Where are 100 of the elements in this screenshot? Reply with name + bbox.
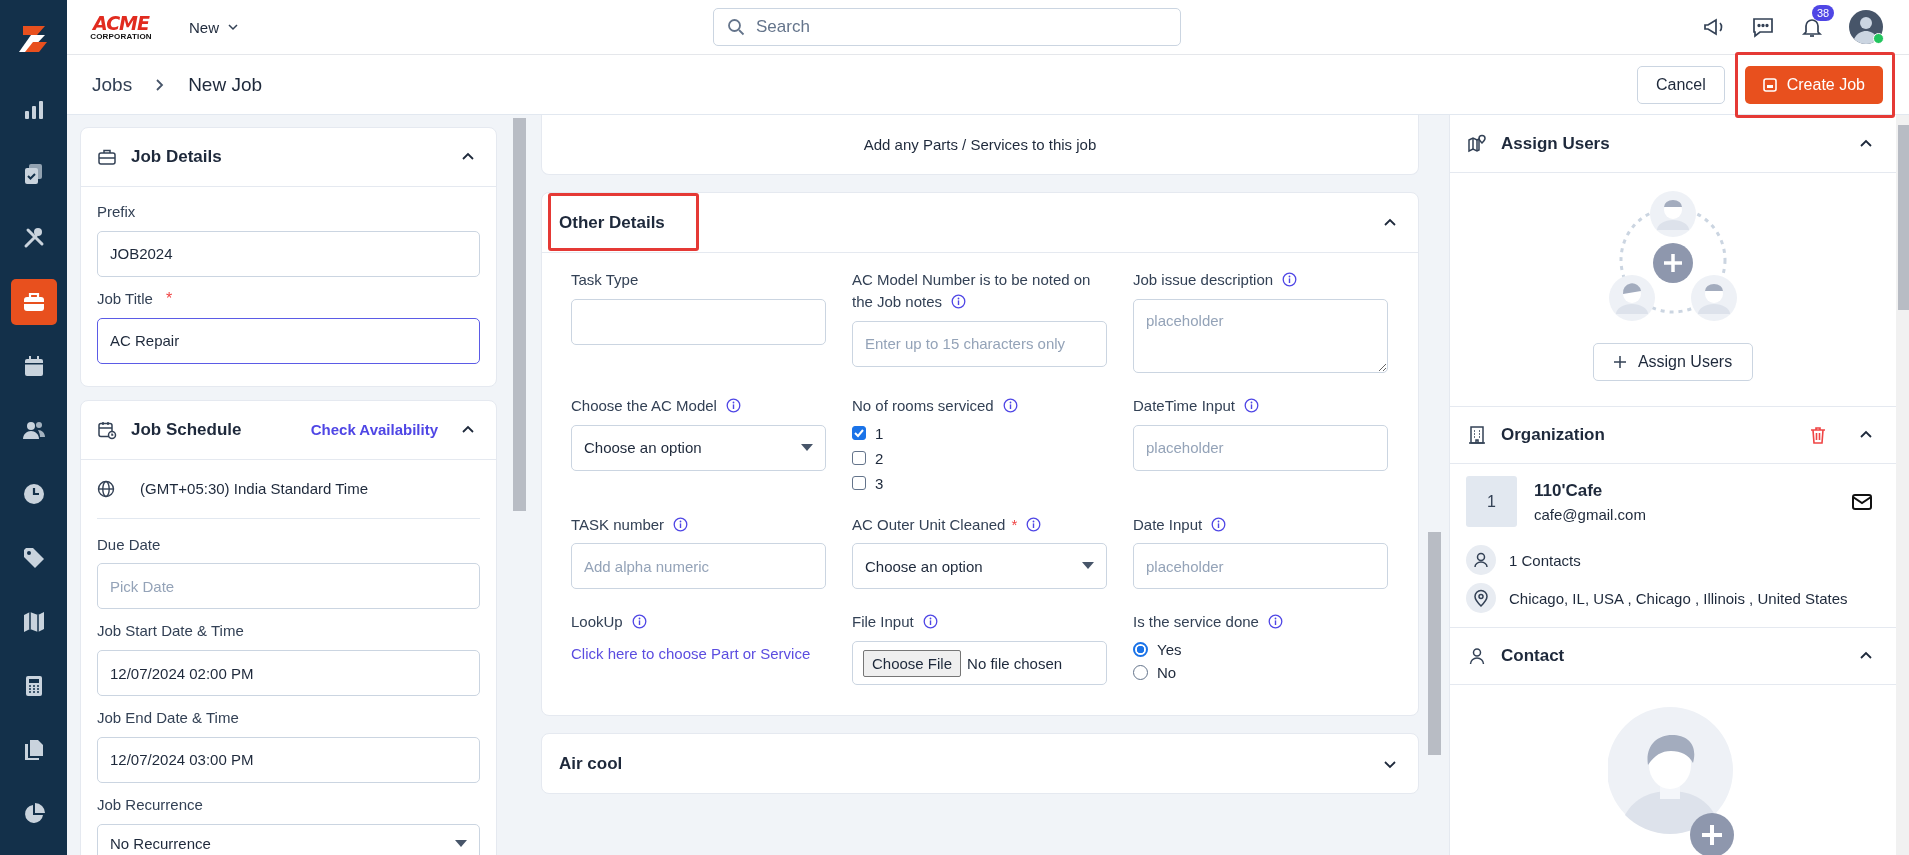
select-field[interactable]: No Recurrence [97, 823, 480, 855]
section-title: Other Details [559, 212, 665, 233]
breadcrumb-item[interactable]: Jobs [92, 73, 133, 96]
field-label: No of rooms serviced [852, 394, 1018, 417]
cancel-button[interactable]: Cancel [1636, 65, 1725, 104]
panel-title: Assign Users [1501, 133, 1610, 154]
text-field[interactable]: Add alpha numeric [571, 543, 826, 590]
info-icon[interactable] [1211, 516, 1227, 532]
scrollbar-thumb[interactable] [512, 118, 526, 511]
text-field[interactable]: placeholder [1133, 424, 1388, 471]
text-field[interactable]: Pick Date [97, 563, 480, 610]
field-label: DateTime Input [1133, 394, 1259, 417]
checkbox[interactable] [852, 451, 866, 465]
search-icon [727, 18, 745, 36]
scrollbar-thumb[interactable] [1897, 125, 1909, 310]
map-pin-icon [1467, 133, 1487, 154]
check-availability-link[interactable]: Check Availability [310, 421, 438, 438]
file-field[interactable]: Choose File No file chosen [852, 641, 1107, 685]
briefcase-icon [21, 290, 46, 314]
text-field[interactable]: AC Repair [97, 317, 480, 364]
chat-icon[interactable] [1751, 15, 1775, 39]
select-field[interactable]: Choose an option [571, 424, 826, 471]
create-job-button[interactable]: Create Job [1744, 65, 1883, 104]
breadcrumb-item: New Job [188, 73, 263, 96]
clock-icon [21, 482, 46, 506]
panel-title: Organization [1501, 425, 1605, 445]
globe-icon [97, 479, 115, 498]
select-field[interactable]: Choose an option [852, 543, 1107, 590]
parts-hint-text: Add any Parts / Services to this job [863, 136, 1097, 153]
text-field[interactable]: Enter up to 15 characters only [852, 320, 1107, 367]
field-label: AC Outer Unit Cleaned * [852, 513, 1042, 536]
location-pin-icon [1466, 583, 1496, 613]
section-title: Air cool [559, 753, 623, 774]
field-label: Job Title [97, 288, 153, 309]
radio-button[interactable] [1133, 642, 1148, 657]
info-icon[interactable] [1002, 397, 1018, 413]
building-icon [1467, 425, 1487, 445]
text-field[interactable]: 12/07/2024 02:00 PM [97, 650, 480, 696]
field-label: Task Type [571, 270, 639, 290]
field-label: LookUp [571, 611, 647, 633]
info-icon[interactable] [725, 397, 741, 413]
caret-icon [455, 839, 467, 848]
briefcase-icon [97, 147, 117, 167]
text-area[interactable]: placeholder [1133, 298, 1388, 373]
checkbox-label: 1 [875, 424, 884, 442]
info-icon[interactable] [1282, 272, 1298, 287]
text-field[interactable]: 12/07/2024 03:00 PM [97, 736, 480, 783]
choose-file-button[interactable]: Choose File [863, 649, 962, 677]
panel-title: Job Schedule [131, 419, 242, 440]
checkbox-label: 2 [875, 449, 884, 467]
org-name: 110'Cafe [1534, 480, 1604, 501]
lookup-link[interactable]: Click here to choose Part or Service [571, 641, 826, 668]
info-icon[interactable] [1026, 516, 1042, 532]
field-label: Due Date [97, 534, 162, 555]
field-label: Job Recurrence [97, 794, 204, 815]
text-field[interactable]: placeholder [1133, 543, 1388, 590]
save-icon [1762, 77, 1777, 92]
text-field[interactable]: JOB2024 [97, 230, 480, 277]
field-label: Date Input [1133, 513, 1227, 536]
notification-badge: 38 [1812, 5, 1835, 22]
panel-title: Job Details [131, 147, 222, 167]
caret-icon [801, 443, 813, 452]
field-label: Job issue description [1133, 269, 1298, 291]
org-email: cafe@gmail.com [1534, 505, 1646, 523]
info-icon[interactable] [673, 516, 689, 532]
info-icon[interactable] [1244, 397, 1259, 413]
delete-icon[interactable] [1808, 425, 1828, 445]
field-label: Is the service done [1133, 611, 1283, 633]
checkbox[interactable] [852, 476, 866, 490]
field-label: AC Model Number is to be noted on the Job notes [852, 270, 1092, 312]
radio-label: Yes [1157, 641, 1182, 658]
contacts-count: 1 Contacts [1509, 551, 1581, 569]
info-icon[interactable] [922, 614, 938, 630]
timezone-text: (GMT+05:30) India Standard Time [140, 480, 369, 497]
search-field[interactable]: Search [713, 8, 1181, 46]
new-menu[interactable]: New [185, 14, 243, 40]
org-avatar: 1 [1466, 476, 1517, 527]
address-text: Chicago, IL, USA , Chicago , Illinois , United States [1509, 589, 1848, 607]
nav-item[interactable] [10, 279, 57, 325]
checkbox-label: 3 [875, 474, 884, 492]
field-label: Job Start Date & Time [97, 621, 245, 642]
assign-users-button[interactable]: Assign Users [1592, 343, 1754, 381]
info-icon[interactable] [631, 614, 647, 630]
required-mark: * [165, 289, 173, 308]
scrollbar-thumb[interactable] [1427, 532, 1441, 755]
plus-icon [1613, 356, 1626, 368]
info-icon[interactable] [1267, 614, 1283, 630]
person-icon [1466, 545, 1496, 575]
caret-icon [227, 21, 239, 33]
online-status-dot [1873, 33, 1884, 44]
text-field[interactable] [571, 298, 826, 345]
info-icon[interactable] [951, 293, 967, 309]
user-avatar[interactable] [1849, 10, 1883, 44]
field-label: Choose the AC Model [571, 394, 741, 417]
acme-logo[interactable]: ACME CORPORATION [92, 13, 150, 41]
checkbox[interactable] [852, 426, 866, 440]
field-label: Prefix [97, 202, 136, 222]
calendar-clock-icon [97, 419, 117, 440]
field-label: File Input [852, 611, 938, 633]
radio-label: No [1157, 664, 1177, 681]
